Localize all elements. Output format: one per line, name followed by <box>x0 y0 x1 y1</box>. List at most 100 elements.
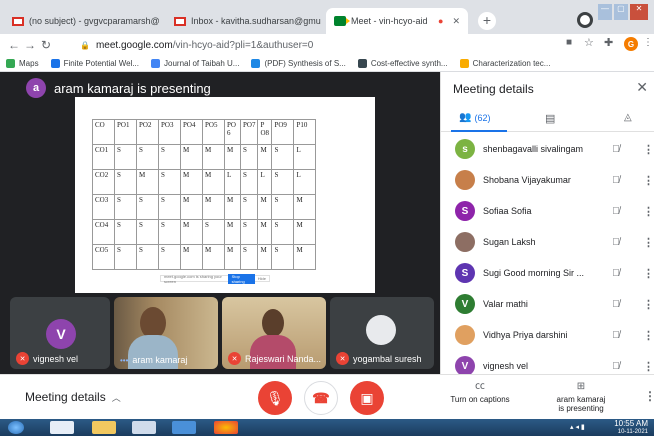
table-cell: S <box>114 194 137 220</box>
table-cell: S <box>271 194 295 220</box>
table-cell: S <box>158 144 181 170</box>
table-cell: CO4 <box>92 219 115 245</box>
media-player-icon[interactable] <box>50 421 74 434</box>
more-options-icon[interactable]: ⋮ <box>643 236 654 249</box>
start-button[interactable] <box>8 421 24 434</box>
app-icon[interactable] <box>132 421 156 434</box>
file-explorer-icon[interactable] <box>92 421 116 434</box>
participant-row[interactable]: Vidhya Priya darshini 🎙̸ ⋮ <box>441 320 654 350</box>
participant-row[interactable]: V Valar mathi 🎙̸ ⋮ <box>441 289 654 319</box>
table-row: CO4 S S S M S M S M S M <box>92 219 317 245</box>
close-icon[interactable]: ✕ <box>452 16 460 27</box>
participant-row[interactable]: Sugan Laksh 🎙̸ ⋮ <box>441 227 654 257</box>
table-header-cell: PO2 <box>136 119 159 145</box>
participant-row[interactable]: S Sofiaa Sofia 🎙̸ ⋮ <box>441 196 654 226</box>
tab-title: Meet - vin-hcyo-aid <box>351 16 428 26</box>
table-cell: S <box>239 219 259 245</box>
browser-tab[interactable]: Inbox - kavitha.sudharsan@gmu ✕ <box>166 8 324 34</box>
mic-toggle-button[interactable]: 🎙 <box>258 381 292 415</box>
presentation-button[interactable]: ⊞ aram kamaraj is presenting <box>548 381 614 413</box>
back-icon[interactable]: ← <box>6 38 22 52</box>
mic-muted-icon[interactable]: 🎙̸ <box>609 206 623 217</box>
close-window-icon[interactable]: ✕ <box>629 4 648 20</box>
mic-muted-icon[interactable]: 🎙̸ <box>609 175 623 186</box>
participant-row[interactable]: Shobana Vijayakumar 🎙̸ ⋮ <box>441 165 654 195</box>
browser-tab[interactable]: (no subject) - gvgvcparamarsh@ ✕ <box>4 8 164 34</box>
bookmark-item[interactable]: Journal of Taibah U... <box>151 59 239 68</box>
participant-tile[interactable]: ••• aram kamaraj <box>114 297 218 369</box>
profile-avatar[interactable]: G <box>624 37 638 51</box>
table-cell: M <box>180 194 203 220</box>
bookmark-item[interactable]: Maps <box>6 59 39 68</box>
table-row: CO2 S M S M M L S L S L <box>92 169 317 195</box>
hide-button[interactable]: Hide <box>258 276 266 281</box>
table-cell: CO3 <box>92 194 115 220</box>
camera-toggle-button[interactable]: ▣ <box>350 381 384 415</box>
mic-muted-icon[interactable]: 🎙̸ <box>609 299 623 310</box>
meeting-details-button[interactable]: Meeting details ︿ <box>25 390 121 404</box>
mic-muted-icon[interactable]: 🎙̸ <box>609 268 623 279</box>
browser-tab-active[interactable]: Meet - vin-hcyo-aid ● ✕ <box>326 8 468 34</box>
tab-activities[interactable]: ◬ <box>624 112 632 123</box>
participant-tile[interactable]: ✕ Rajeswari Nanda... <box>222 297 326 369</box>
more-options-icon[interactable]: ⋮ <box>643 143 654 156</box>
table-cell: M <box>202 144 225 170</box>
more-options-icon[interactable]: ⋮ <box>643 267 654 280</box>
mic-muted-icon[interactable]: 🎙̸ <box>609 330 623 341</box>
browser-tab-bar: (no subject) - gvgvcparamarsh@ ✕ Inbox -… <box>0 0 654 34</box>
reload-icon[interactable]: ↻ <box>38 38 54 52</box>
tab-people[interactable]: 👥 (62) <box>459 112 490 123</box>
bookmark-icon <box>251 59 261 68</box>
panel-tabs: 👥 (62) ▤ ◬ <box>441 108 654 132</box>
camera-indicator-icon[interactable]: ■ <box>566 37 572 48</box>
mic-muted-icon[interactable]: 🎙̸ <box>609 361 623 372</box>
participant-tile[interactable]: ✕ yogambal suresh <box>330 297 434 369</box>
account-circle-icon[interactable] <box>577 12 593 28</box>
star-icon[interactable]: ☆ <box>584 36 594 49</box>
maximize-icon[interactable]: ▢ <box>613 4 628 20</box>
table-row: CO1 S S S M M M S M S L <box>92 144 317 170</box>
table-header-row: CO PO1 PO2 PO3 PO4 PO5 PO 6 PO7 P O8 PO9 P10 <box>92 119 317 145</box>
participant-name: shenbagavalli sivalingam <box>483 144 584 154</box>
table-header-cell: PO9 <box>271 119 295 145</box>
minimize-icon[interactable]: — <box>598 4 612 20</box>
more-options-icon[interactable]: ⋮ <box>643 360 654 373</box>
bookmark-item[interactable]: Characterization tec... <box>459 59 550 68</box>
stop-sharing-button[interactable]: Stop sharing <box>227 273 255 284</box>
new-tab-button[interactable]: + <box>478 12 496 30</box>
present-icon: ⊞ <box>576 381 586 392</box>
close-icon[interactable]: ✕ <box>636 79 648 96</box>
url-field[interactable]: 🔒 meet.google.com/vin-hcyo-aid?pli=1&aut… <box>80 36 580 54</box>
tile-label: ✕ yogambal suresh <box>336 352 422 365</box>
mic-muted-icon[interactable]: 🎙̸ <box>609 144 623 155</box>
chrome-icon[interactable] <box>214 421 238 434</box>
table-cell: M <box>293 244 317 270</box>
more-options-icon[interactable]: ⋮ <box>643 174 654 187</box>
clock[interactable]: 10:55 AM 10-11-2021 <box>614 420 648 436</box>
leave-call-button[interactable]: ☎ <box>304 381 338 415</box>
table-cell: S <box>202 219 225 245</box>
tab-chat[interactable]: ▤ <box>545 112 555 125</box>
more-options-icon[interactable]: ⋮ <box>643 329 654 342</box>
table-cell: M <box>257 244 273 270</box>
more-options-icon[interactable]: ⋮ <box>643 205 654 218</box>
tray-icons[interactable]: ▴ ◂ ▮ <box>570 423 585 431</box>
menu-icon[interactable]: ⋮ <box>643 37 653 48</box>
captions-button[interactable]: ㏄ Turn on captions <box>446 381 514 404</box>
table-cell: M <box>257 219 273 245</box>
bookmark-item[interactable]: Cost-effective synth... <box>357 59 448 68</box>
more-options-icon[interactable]: ⋮ <box>643 298 654 311</box>
more-options-icon[interactable]: ⋮ <box>644 389 654 403</box>
forward-icon[interactable]: → <box>22 38 38 52</box>
bookmark-item[interactable]: Finite Potential Wel... <box>50 59 139 68</box>
table-cell: S <box>114 219 137 245</box>
extension-icon[interactable]: ✚ <box>604 36 613 49</box>
bookmark-icon <box>151 59 161 68</box>
browser-icon[interactable] <box>172 421 196 434</box>
table-header-cell: PO4 <box>180 119 203 145</box>
participant-row[interactable]: s shenbagavalli sivalingam 🎙̸ ⋮ <box>441 134 654 164</box>
participant-row[interactable]: S Sugi Good morning Sir ... 🎙̸ ⋮ <box>441 258 654 288</box>
mic-muted-icon[interactable]: 🎙̸ <box>609 237 623 248</box>
bookmark-item[interactable]: (PDF) Synthesis of S... <box>251 59 346 68</box>
participant-tile[interactable]: V ✕ vignesh vel <box>10 297 110 369</box>
